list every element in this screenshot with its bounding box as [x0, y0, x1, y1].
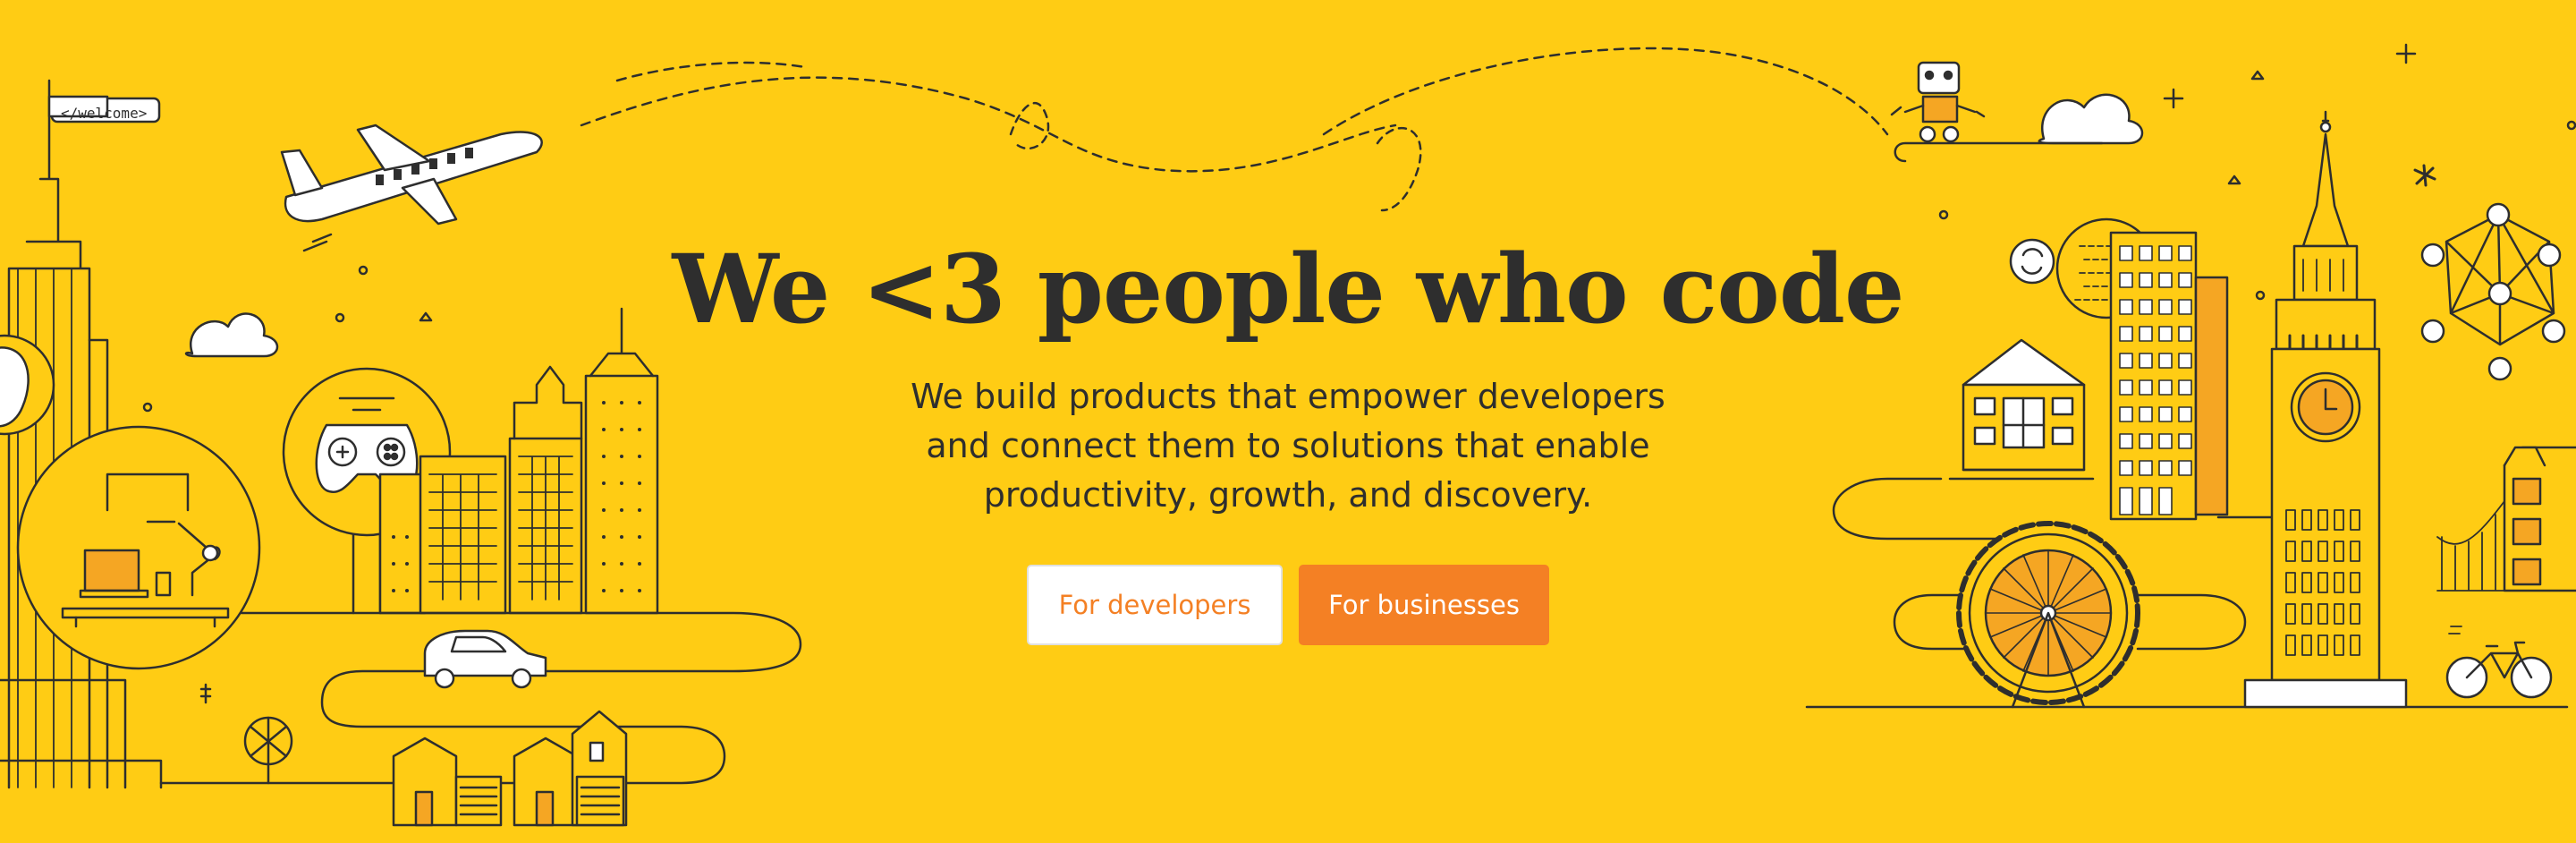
- dashed-flight-path: [1009, 102, 1050, 150]
- subtitle-line: We build products that empower developer…: [911, 377, 1665, 416]
- for-developers-button[interactable]: For developers: [1027, 565, 1283, 645]
- hero-subtitle: We build products that empower developer…: [886, 372, 1690, 520]
- subtitle-line: and connect them to solutions that enabl…: [926, 426, 1650, 465]
- page-title: We <3 people who code: [672, 233, 1905, 345]
- house-icon: [392, 710, 628, 827]
- hero-section: </welcome> We <3 people who code We buil…: [0, 0, 2576, 843]
- robot-icon: [1890, 61, 1986, 143]
- hero-content: We <3 people who code We build products …: [0, 231, 2576, 645]
- cloud-icon: [2038, 93, 2144, 145]
- dashed-flight-path: [615, 61, 807, 82]
- dashed-flight-path: [580, 76, 1397, 173]
- subtitle-line: productivity, growth, and discovery.: [983, 475, 1593, 515]
- road-path: [1894, 141, 2104, 163]
- tree-icon: [243, 716, 293, 785]
- flag-text: </welcome>: [61, 105, 147, 122]
- cta-buttons: For developers For businesses: [0, 565, 2576, 645]
- for-businesses-button[interactable]: For businesses: [1299, 565, 1549, 645]
- dashed-flight-path: [1322, 47, 1889, 136]
- dashed-flight-path: [1376, 127, 1422, 212]
